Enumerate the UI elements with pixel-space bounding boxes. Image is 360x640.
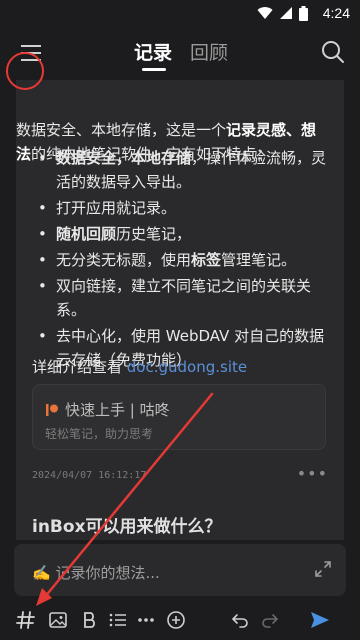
doc-link[interactable]: doc.gudong.site xyxy=(127,358,247,376)
list-item: 无分类无标题，使用标签管理笔记。 xyxy=(38,248,328,272)
battery-icon xyxy=(299,5,308,21)
status-time: 4:24 xyxy=(322,5,350,21)
send-icon[interactable] xyxy=(308,608,332,632)
tab-active-indicator xyxy=(142,68,166,71)
more-tools-icon[interactable] xyxy=(134,608,158,632)
list-item: 数据安全，本地存储，操作体验流畅，灵活的数据导入导出。 xyxy=(38,146,328,194)
annotation-circle xyxy=(6,52,44,90)
add-circle-icon[interactable] xyxy=(164,608,188,632)
link-preview-card[interactable]: 快速上手 | 咕咚 轻松笔记，助力思考 xyxy=(32,384,326,450)
signal-icon xyxy=(280,7,292,19)
more-info-line: 详细介绍查看 doc.gudong.site xyxy=(32,358,248,376)
tag-hash-icon[interactable] xyxy=(14,608,38,632)
composer: ✍️ 记录你的想法... xyxy=(0,540,360,640)
input-placeholder: ✍️ 记录你的想法... xyxy=(32,564,160,582)
app-bar: 记录 回顾 xyxy=(0,26,360,80)
expand-icon[interactable] xyxy=(314,560,332,578)
list-item: 打开应用就记录。 xyxy=(38,196,328,220)
status-bar: 4:24 xyxy=(0,0,360,26)
more-options-icon[interactable]: ••• xyxy=(297,464,328,483)
note-card[interactable]: inBox可以用来做什么？ xyxy=(16,506,344,540)
tab-review[interactable]: 回顾 xyxy=(190,38,228,65)
note-title: inBox可以用来做什么？ xyxy=(32,517,222,537)
search-icon[interactable] xyxy=(320,39,346,65)
editor-toolbar xyxy=(0,602,360,638)
link-card-subtitle: 轻松笔记，助力思考 xyxy=(45,427,154,441)
site-favicon-icon xyxy=(46,403,58,416)
bullet-list-icon[interactable] xyxy=(106,608,130,632)
undo-icon[interactable] xyxy=(228,608,252,632)
bold-icon[interactable] xyxy=(78,608,102,632)
link-card-title: 快速上手 | 咕咚 xyxy=(45,399,170,420)
note-input[interactable]: ✍️ 记录你的想法... xyxy=(14,544,346,596)
tab-record[interactable]: 记录 xyxy=(134,38,172,65)
intro-text-1: 数据安全、本地存储，这是一个 xyxy=(16,121,227,139)
note-timestamp: 2024/04/07 16:12:17 xyxy=(32,470,147,481)
image-icon[interactable] xyxy=(46,608,70,632)
redo-icon[interactable] xyxy=(258,608,282,632)
list-item: 双向链接，建立不同笔记之间的关联关系。 xyxy=(38,274,328,322)
feature-list: 数据安全，本地存储，操作体验流畅，灵活的数据导入导出。 打开应用就记录。 随机回… xyxy=(38,146,328,374)
status-icons xyxy=(257,5,308,21)
list-item: 随机回顾历史笔记， xyxy=(38,222,328,246)
wifi-icon xyxy=(257,7,273,20)
